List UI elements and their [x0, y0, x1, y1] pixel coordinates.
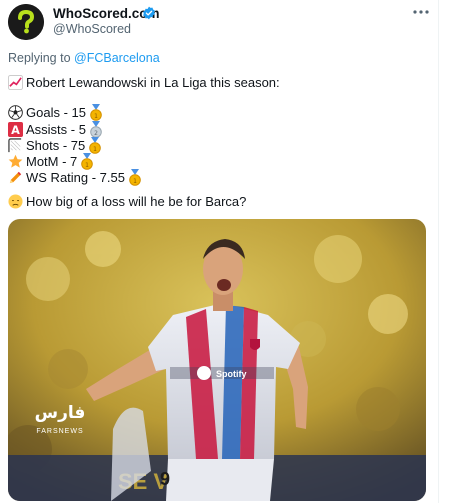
tweet-question: How big of a loss will he be for Barca?	[8, 194, 246, 209]
question-text: How big of a loss will he be for Barca?	[26, 194, 247, 209]
silver-medal-icon: 2	[90, 121, 102, 138]
pencil-icon	[9, 171, 22, 184]
avatar[interactable]	[8, 4, 44, 40]
gold-medal-icon: 1	[90, 104, 102, 121]
stat-line-motm: MotM - 7 1	[8, 153, 94, 170]
stat-line-shots: Shots - 75 1	[8, 137, 102, 154]
tweet-card[interactable]: WhoScored.com @WhoScored Replying to @FC…	[0, 0, 438, 503]
stat-assists-text: Assists - 5	[26, 122, 86, 137]
sad-face-icon	[8, 194, 23, 209]
stat-shots-text: Shots - 75	[26, 138, 86, 153]
stat-line-assists: A Assists - 5 2	[8, 121, 103, 138]
svg-text:1: 1	[94, 113, 98, 120]
svg-text:1: 1	[133, 178, 137, 185]
stat-line-goals: Goals - 15 1	[8, 104, 103, 121]
goal-net-icon	[8, 138, 22, 153]
player-celebration-image: SE VIVE Spotify 9	[8, 219, 426, 501]
watermark-english: FARSNEWS	[36, 428, 84, 435]
farsnews-watermark: فارس FARSNEWS	[28, 401, 92, 445]
tweet-headline: Robert Lewandowski in La Liga this seaso…	[8, 75, 280, 90]
stat-line-rating: WS Rating - 7.55 1	[8, 169, 142, 186]
column-divider	[438, 0, 439, 503]
gold-medal-icon: 1	[89, 137, 102, 154]
star-icon	[8, 154, 23, 168]
reply-prefix: Replying to	[8, 51, 75, 65]
svg-text:A: A	[11, 124, 20, 137]
letter-a-icon: A	[8, 122, 23, 137]
verified-badge-icon	[143, 6, 155, 20]
gold-medal-icon: 1	[81, 153, 94, 170]
headline-text: Robert Lewandowski in La Liga this seaso…	[26, 75, 280, 90]
svg-text:1: 1	[85, 162, 89, 169]
reply-mention-link[interactable]: @FCBarcelona	[74, 51, 160, 65]
shirt-sponsor: Spotify	[216, 369, 247, 379]
soccer-ball-icon	[8, 105, 23, 120]
watermark-farsi: فارس	[34, 403, 86, 423]
jersey-number: 9	[160, 469, 170, 489]
svg-text:2: 2	[94, 130, 98, 137]
chart-increasing-icon	[8, 75, 23, 90]
account-handle[interactable]: @WhoScored	[53, 22, 131, 36]
more-options-icon[interactable]	[411, 4, 431, 20]
stat-rating-text: WS Rating - 7.55	[26, 170, 125, 185]
svg-text:1: 1	[93, 146, 97, 153]
question-mark-logo-icon	[8, 4, 44, 40]
stat-motm-text: MotM - 7	[26, 154, 78, 169]
stat-goals-text: Goals - 15	[26, 105, 86, 120]
tweet-photo[interactable]: SE VIVE Spotify 9	[8, 219, 426, 501]
reply-context: Replying to @FCBarcelona	[8, 51, 160, 65]
gold-medal-icon: 1	[129, 169, 141, 186]
